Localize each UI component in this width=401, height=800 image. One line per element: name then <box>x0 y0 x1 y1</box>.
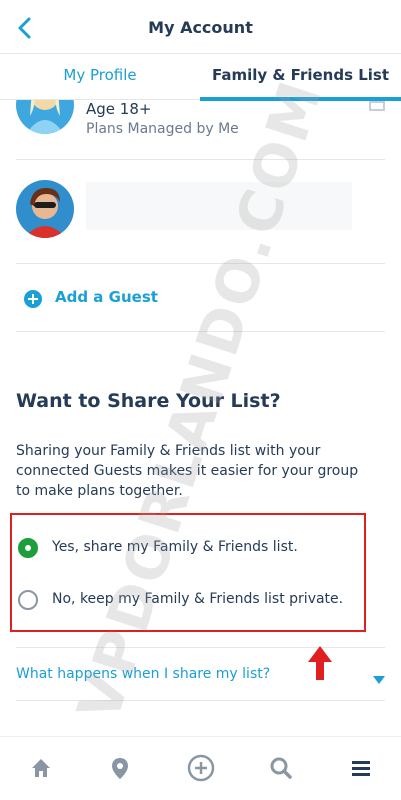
map-pin-icon[interactable] <box>105 753 135 783</box>
plus-circle-icon <box>24 290 42 308</box>
guest-name-redacted <box>86 182 352 230</box>
page-title: My Account <box>148 18 253 37</box>
radio-unselected[interactable] <box>18 590 38 610</box>
share-no-label: No, keep my Family & Friends list privat… <box>52 591 344 607</box>
add-guest-button[interactable]: Add a Guest <box>16 264 385 332</box>
guest-row[interactable]: Age 18+ Plans Managed by Me <box>16 100 385 160</box>
tab-my-profile[interactable]: My Profile <box>0 54 200 100</box>
caret-down-icon <box>373 670 385 684</box>
menu-icon[interactable] <box>346 753 376 783</box>
radio-selected[interactable] <box>18 538 38 558</box>
tab-bar: My Profile Family & Friends List <box>0 54 401 101</box>
edit-icon[interactable] <box>369 100 385 111</box>
search-icon[interactable] <box>266 753 296 783</box>
annotation-arrow-icon <box>306 644 334 682</box>
plus-circle-icon[interactable] <box>186 753 216 783</box>
add-guest-label: Add a Guest <box>55 288 158 306</box>
share-section-title: Want to Share Your List? <box>16 390 281 412</box>
bottom-nav <box>0 736 401 800</box>
app-header: My Account <box>0 0 401 54</box>
faq-label: What happens when I share my list? <box>16 666 271 682</box>
share-yes-label: Yes, share my Family & Friends list. <box>52 539 298 555</box>
annotation-highlight-box <box>10 513 366 632</box>
guest-subtitle: Plans Managed by Me <box>86 121 239 137</box>
content-area: Age 18+ Plans Managed by Me Add a Guest … <box>0 100 401 736</box>
elsa-avatar <box>16 100 74 134</box>
guest-name: Age 18+ <box>86 100 152 118</box>
share-section-description: Sharing your Family & Friends list with … <box>16 443 359 499</box>
tab-family-friends-list[interactable]: Family & Friends List <box>200 54 401 101</box>
guest-row[interactable] <box>16 160 385 264</box>
home-icon[interactable] <box>26 753 56 783</box>
mrs-incredible-avatar <box>16 180 74 238</box>
